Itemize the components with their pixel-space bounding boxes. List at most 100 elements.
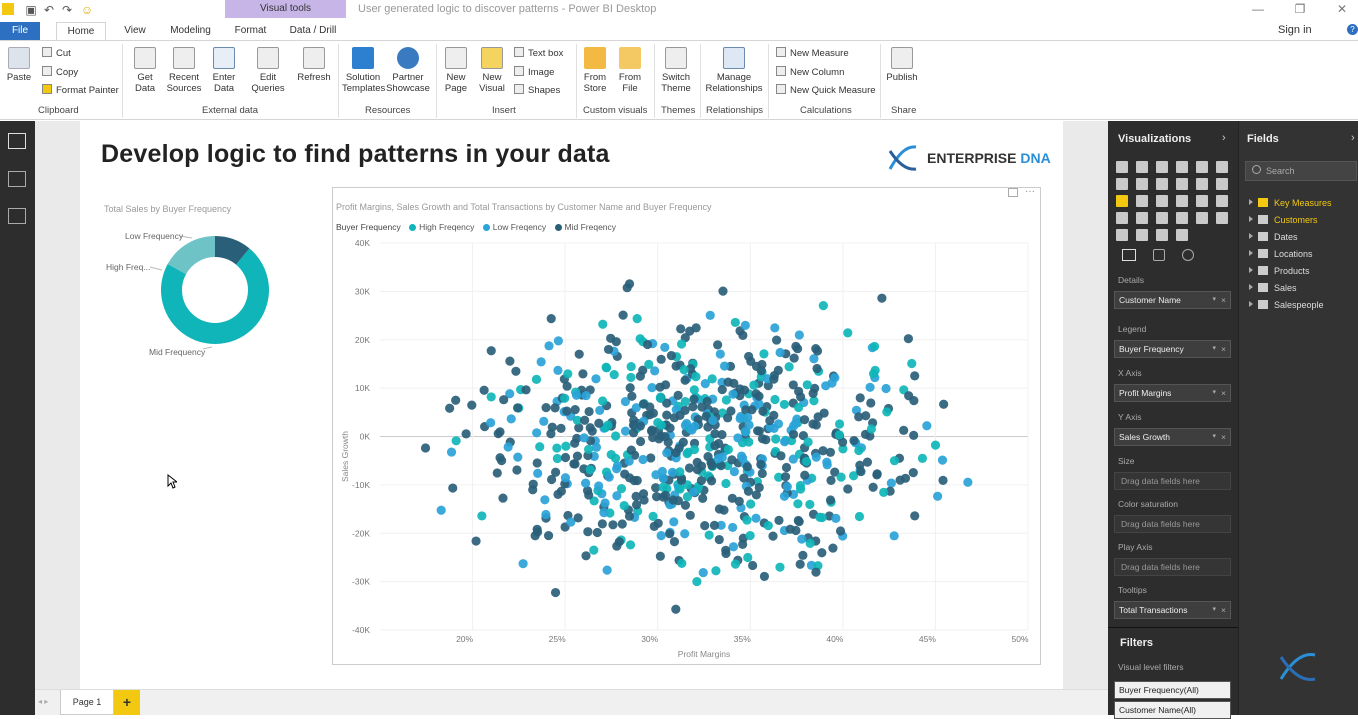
scatter-point[interactable] xyxy=(552,443,562,453)
scatter-point[interactable] xyxy=(677,558,687,568)
scatter-point[interactable] xyxy=(818,301,828,311)
scatter-point[interactable] xyxy=(635,371,645,381)
scatter-point[interactable] xyxy=(869,341,880,352)
field-products[interactable]: Products xyxy=(1249,266,1310,276)
scatter-point[interactable] xyxy=(544,341,554,351)
scatter-point[interactable] xyxy=(499,395,509,405)
scatter-point[interactable] xyxy=(856,466,866,477)
scatter-point[interactable] xyxy=(689,385,699,395)
scatter-point[interactable] xyxy=(648,511,658,521)
maximize-icon[interactable]: ❐ xyxy=(1280,2,1320,16)
scatter-point[interactable] xyxy=(597,396,608,406)
paste-button[interactable]: Paste xyxy=(6,47,32,83)
scatter-point[interactable] xyxy=(451,436,461,446)
scatter-point[interactable] xyxy=(547,474,557,485)
scatter-point[interactable] xyxy=(889,456,900,466)
scatter-point[interactable] xyxy=(540,495,550,505)
scatter-point[interactable] xyxy=(882,407,892,417)
scatter-point[interactable] xyxy=(689,444,700,455)
scatter-point[interactable] xyxy=(503,442,513,452)
scatter-point[interactable] xyxy=(734,496,744,506)
viz-type-icon[interactable] xyxy=(1156,161,1168,173)
viz-type-icon[interactable] xyxy=(1196,195,1208,207)
scatter-point[interactable] xyxy=(550,587,561,598)
fields-tab-icon[interactable] xyxy=(1122,249,1136,261)
scatter-point[interactable] xyxy=(717,384,727,395)
scatter-point[interactable] xyxy=(709,520,720,531)
report-view-icon[interactable] xyxy=(8,133,26,149)
prev-page-icon[interactable]: ◂ ▸ xyxy=(38,697,48,706)
scatter-point[interactable] xyxy=(707,460,717,471)
scatter-point[interactable] xyxy=(692,465,703,475)
scatter-point[interactable] xyxy=(580,415,590,425)
viz-type-icon[interactable] xyxy=(1176,195,1188,207)
partner-showcase-button[interactable]: Partner Showcase xyxy=(386,47,430,94)
scatter-point[interactable] xyxy=(723,444,733,455)
scatter-point[interactable] xyxy=(528,485,538,495)
scatter-point[interactable] xyxy=(728,389,738,399)
scatter-point[interactable] xyxy=(821,381,831,391)
scatter-point[interactable] xyxy=(733,433,743,443)
new-quick-measure-button[interactable]: New Quick Measure xyxy=(776,84,876,97)
scatter-point[interactable] xyxy=(836,472,846,482)
scatter-point[interactable] xyxy=(802,380,812,390)
scatter-point[interactable] xyxy=(801,456,812,467)
scatter-point[interactable] xyxy=(879,487,889,497)
recent-sources-button[interactable]: Recent Sources xyxy=(164,47,204,94)
save-icon[interactable]: ▣ xyxy=(24,3,38,17)
scatter-point[interactable] xyxy=(726,406,736,416)
minimize-icon[interactable]: — xyxy=(1238,2,1278,16)
scatter-point[interactable] xyxy=(655,393,665,403)
scatter-point[interactable] xyxy=(703,451,713,462)
scatter-point[interactable] xyxy=(600,498,610,508)
viz-type-icon[interactable] xyxy=(1196,212,1208,224)
scatter-point[interactable] xyxy=(713,453,723,464)
scatter-point[interactable] xyxy=(782,482,792,492)
scatter-point[interactable] xyxy=(543,530,554,541)
scatter-point[interactable] xyxy=(680,396,690,407)
scatter-point[interactable] xyxy=(461,429,471,439)
scatter-point[interactable] xyxy=(744,351,754,362)
scatter-point[interactable] xyxy=(690,421,700,431)
scatter-point[interactable] xyxy=(728,522,738,533)
scatter-point[interactable] xyxy=(868,482,878,492)
scatter-point[interactable] xyxy=(651,492,662,502)
switch-theme-button[interactable]: Switch Theme xyxy=(658,47,694,94)
scatter-point[interactable] xyxy=(963,477,973,487)
scatter-point[interactable] xyxy=(866,398,876,408)
scatter-point[interactable] xyxy=(770,394,780,405)
scatter-point[interactable] xyxy=(723,377,733,387)
scatter-point[interactable] xyxy=(656,531,666,541)
scatter-point[interactable] xyxy=(550,403,560,413)
scatter-point[interactable] xyxy=(584,490,594,500)
sign-in-link[interactable]: Sign in xyxy=(1278,24,1312,36)
scatter-point[interactable] xyxy=(817,548,827,558)
scatter-point[interactable] xyxy=(561,441,571,451)
scatter-point[interactable] xyxy=(826,475,836,485)
scatter-point[interactable] xyxy=(803,437,813,447)
scatter-point[interactable] xyxy=(799,415,810,425)
scatter-point[interactable] xyxy=(531,374,542,384)
viz-type-icon[interactable] xyxy=(1136,229,1148,241)
scatter-point[interactable] xyxy=(669,517,679,527)
scatter-point[interactable] xyxy=(779,437,790,447)
scatter-point[interactable] xyxy=(907,358,917,369)
scatter-point[interactable] xyxy=(445,403,455,413)
scatter-point[interactable] xyxy=(805,538,815,548)
viz-type-icon[interactable] xyxy=(1176,161,1188,173)
scatter-point[interactable] xyxy=(625,540,636,550)
scatter-point[interactable] xyxy=(730,559,741,569)
scatter-point[interactable] xyxy=(436,505,446,515)
field-salespeople[interactable]: Salespeople xyxy=(1249,300,1324,310)
scatter-point[interactable] xyxy=(872,470,882,480)
scatter-point[interactable] xyxy=(689,394,699,404)
field-key-measures[interactable]: Key Measures xyxy=(1249,198,1332,208)
scatter-point[interactable] xyxy=(560,393,570,403)
scatter-point[interactable] xyxy=(611,431,621,441)
scatter-point[interactable] xyxy=(541,403,551,413)
scatter-point[interactable] xyxy=(805,499,815,510)
scatter-point[interactable] xyxy=(745,530,755,541)
scatter-point[interactable] xyxy=(581,390,591,401)
scatter-point[interactable] xyxy=(756,459,766,470)
scatter-point[interactable] xyxy=(877,293,887,303)
